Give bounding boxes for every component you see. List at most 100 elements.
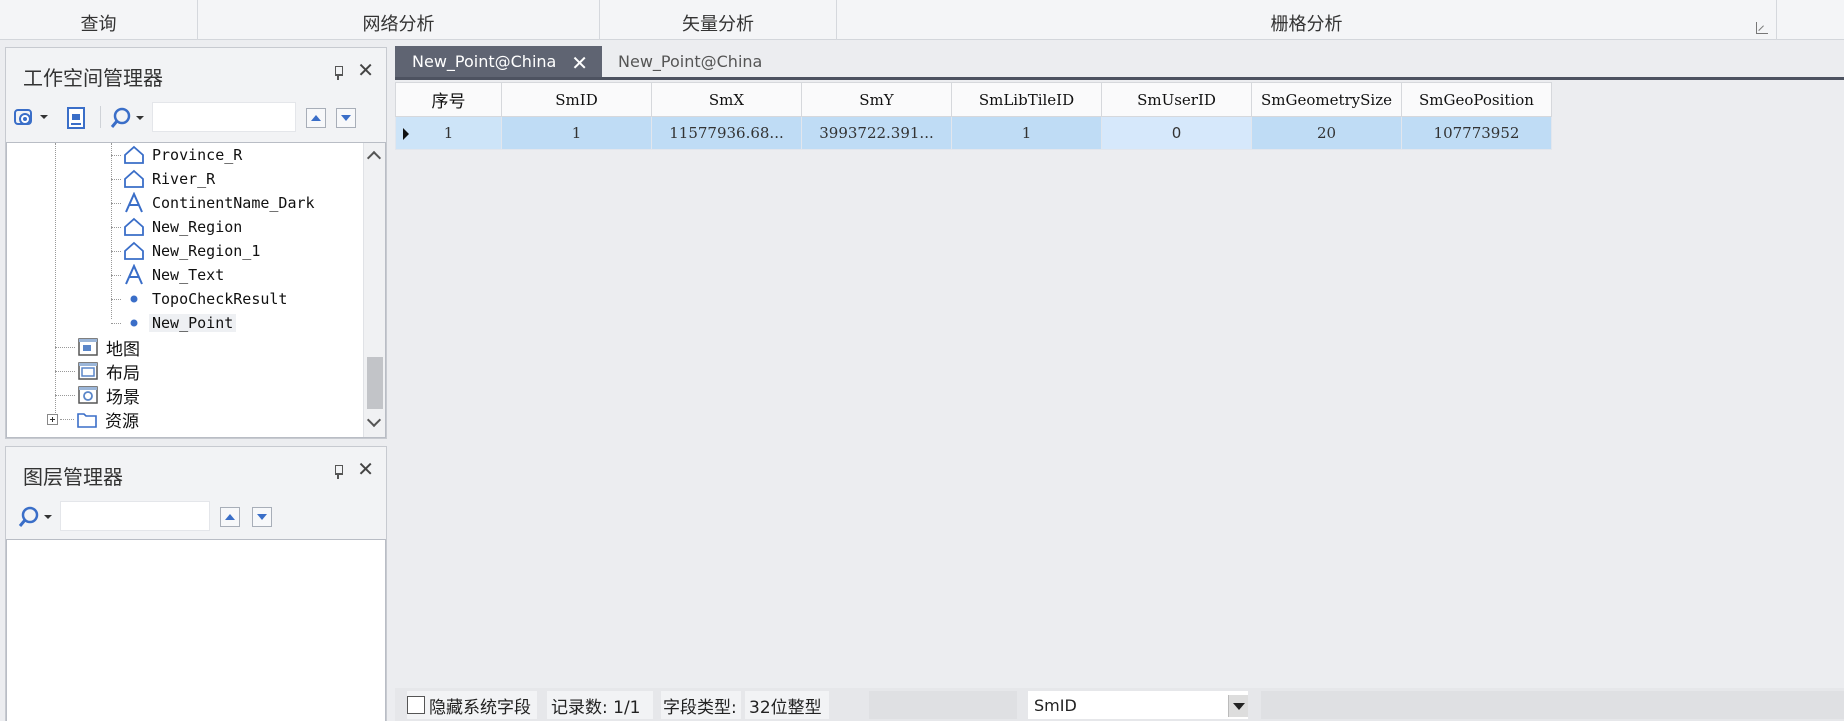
tree-connector (55, 346, 75, 348)
column-header-smgeometrysize[interactable]: SmGeometrySize (1251, 82, 1402, 117)
tree-item-resources[interactable]: 资源 (47, 407, 142, 432)
folder-icon (77, 413, 97, 428)
tree-item-label: New_Text (152, 266, 225, 284)
cell-smuserid[interactable]: 0 (1101, 116, 1252, 150)
workspace-search-input[interactable] (152, 102, 296, 132)
column-header-smuserid[interactable]: SmUserID (1101, 82, 1252, 117)
tab-new-point-china-active[interactable]: New_Point@China ✕ (395, 46, 602, 77)
scroll-up-icon[interactable] (366, 150, 382, 166)
search-icon[interactable] (16, 505, 56, 529)
tree-item-new-text[interactable]: New_Text (111, 263, 227, 287)
table-row[interactable]: 1 1 11577936.68... 3993722.391... 1 0 20… (395, 116, 1552, 150)
workspace-tree: Province_R River_R ContinentName_Dark Ne… (6, 142, 386, 438)
ribbon-group-label: 矢量分析 (682, 14, 754, 35)
layer-manager-panel: 图层管理器 ✕ (5, 446, 387, 721)
tree-item-continentname-dark[interactable]: ContinentName_Dark (111, 191, 318, 215)
workspace-toolbar (6, 98, 386, 136)
cell-smid[interactable]: 1 (501, 116, 652, 150)
field-select-dropdown[interactable]: SmID (1028, 691, 1248, 719)
cell-smgeoposition[interactable]: 107773952 (1401, 116, 1552, 150)
pin-icon[interactable] (332, 66, 344, 80)
tree-item-province-r[interactable]: Province_R (111, 143, 245, 167)
cell-smy[interactable]: 3993722.391... (801, 116, 952, 150)
scroll-down-icon[interactable] (366, 412, 382, 428)
row-header-cell[interactable]: 1 (395, 116, 502, 150)
field-type-value: 32位整型 (745, 691, 829, 719)
table-header-row: 序号 SmID SmX SmY SmLibTileID SmUserID SmG… (395, 82, 1552, 117)
attribute-table-area: 序号 SmID SmX SmY SmLibTileID SmUserID SmG… (395, 82, 1844, 677)
status-spacer (869, 691, 1017, 719)
dropdown-arrow-icon[interactable] (1228, 695, 1248, 717)
move-down-button[interactable] (336, 108, 356, 128)
layer-search-input[interactable] (60, 501, 210, 531)
tree-connector (111, 178, 121, 180)
ribbon-group-raster-analysis: 栅格分析 (837, 0, 1777, 40)
workspace-manager-panel: 工作空间管理器 ✕ Province_R River_R ContinentNa… (5, 47, 387, 439)
cell-smlibtileid[interactable]: 1 (951, 116, 1102, 150)
tree-connector (111, 322, 121, 324)
scrollbar-thumb[interactable] (367, 357, 383, 409)
record-count-text: 记录数: 1/1 (551, 697, 641, 718)
layer-list[interactable] (6, 539, 386, 721)
tree-item-new-point[interactable]: New_Point (111, 311, 237, 335)
tree-item-river-r[interactable]: River_R (111, 167, 218, 191)
tree-item-label: 地图 (106, 339, 140, 360)
ribbon-group-label: 网络分析 (362, 14, 435, 35)
tree-connector (111, 298, 121, 300)
cell-smgeometrysize[interactable]: 20 (1251, 116, 1402, 150)
tree-item-scenes[interactable]: 场景 (55, 383, 143, 408)
layer-toolbar (6, 497, 386, 535)
tree-connector (60, 418, 74, 420)
region-icon (124, 145, 144, 164)
tree-item-new-region-1[interactable]: New_Region_1 (111, 239, 263, 263)
tree-item-layouts[interactable]: 布局 (55, 359, 143, 384)
move-up-button[interactable] (220, 507, 240, 527)
tree-connector (111, 154, 121, 156)
tree-item-topocheckresult[interactable]: TopoCheckResult (111, 287, 290, 311)
close-icon[interactable]: ✕ (357, 60, 374, 80)
ribbon-group-label: 栅格分析 (1270, 14, 1343, 35)
map-icon (78, 338, 98, 356)
scene-icon (78, 386, 98, 404)
column-header-smid[interactable]: SmID (501, 82, 652, 117)
tree-item-maps[interactable]: 地图 (55, 335, 143, 360)
layout-icon (78, 362, 98, 380)
move-down-button[interactable] (252, 507, 272, 527)
panel-title: 图层管理器 (23, 465, 123, 489)
close-tab-icon[interactable]: ✕ (571, 51, 588, 75)
dialog-launcher-icon[interactable] (1756, 22, 1768, 34)
tree-item-label: ContinentName_Dark (152, 194, 315, 212)
pin-icon[interactable] (332, 465, 344, 479)
cell-index: 1 (443, 124, 454, 142)
view-icon[interactable] (12, 106, 52, 128)
move-up-button[interactable] (306, 108, 326, 128)
cell-smx[interactable]: 11577936.68... (651, 116, 802, 150)
ribbon-group-label: 查询 (80, 14, 117, 35)
column-header-smy[interactable]: SmY (801, 82, 952, 117)
ribbon-group-vector-analysis: 矢量分析 (600, 0, 837, 40)
region-icon (124, 241, 144, 260)
expand-plus-icon[interactable] (47, 413, 58, 425)
field-type-value-text: 32位整型 (749, 697, 822, 718)
column-header-smgeoposition[interactable]: SmGeoPosition (1401, 82, 1552, 117)
tab-new-point-china[interactable]: New_Point@China (618, 46, 762, 77)
tree-item-new-region[interactable]: New_Region (111, 215, 245, 239)
search-icon[interactable] (108, 106, 148, 130)
open-file-icon[interactable] (64, 106, 88, 130)
tree-item-label: 场景 (106, 387, 140, 408)
close-icon[interactable]: ✕ (357, 459, 374, 479)
checkbox-box[interactable] (407, 696, 425, 714)
column-header-smlibtileid[interactable]: SmLibTileID (951, 82, 1102, 117)
hide-system-fields-checkbox[interactable]: 隐藏系统字段 (407, 691, 537, 719)
tree-scrollbar[interactable] (363, 143, 385, 437)
ribbon-group-query: 查询 (0, 0, 198, 40)
column-header-smx[interactable]: SmX (651, 82, 802, 117)
point-icon (130, 295, 138, 303)
field-select-value: SmID (1034, 695, 1077, 715)
column-header-index[interactable]: 序号 (395, 82, 502, 117)
text-icon (125, 192, 143, 213)
current-row-icon (403, 128, 409, 140)
tree-connector (55, 370, 75, 372)
attribute-table: 序号 SmID SmX SmY SmLibTileID SmUserID SmG… (395, 82, 1552, 150)
tree-item-label: New_Point (149, 314, 237, 332)
